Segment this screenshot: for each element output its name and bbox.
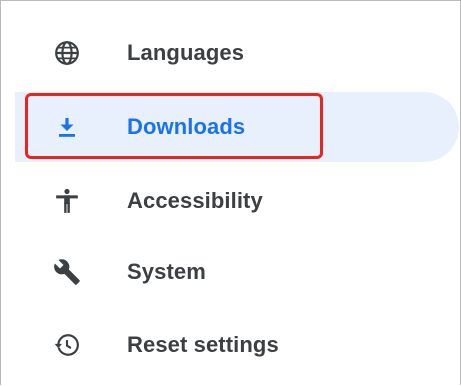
sidebar-item-label: Languages [127, 40, 245, 65]
wrench-icon [53, 258, 81, 286]
reset-history-icon [53, 331, 81, 359]
sidebar-item-system[interactable]: System [1, 235, 459, 309]
sidebar-item-label: Reset settings [127, 332, 279, 357]
accessibility-icon [53, 187, 81, 215]
sidebar-item-label: Accessibility [127, 188, 263, 213]
sidebar-item-accessibility[interactable]: Accessibility [1, 164, 459, 238]
globe-icon [53, 39, 81, 67]
sidebar-item-label: System [127, 259, 206, 284]
sidebar-item-downloads[interactable]: Downloads [1, 90, 459, 164]
sidebar-item-reset-settings[interactable]: Reset settings [1, 308, 459, 382]
sidebar-item-languages[interactable]: Languages [1, 16, 459, 90]
highlight-annotation-box [25, 93, 323, 159]
